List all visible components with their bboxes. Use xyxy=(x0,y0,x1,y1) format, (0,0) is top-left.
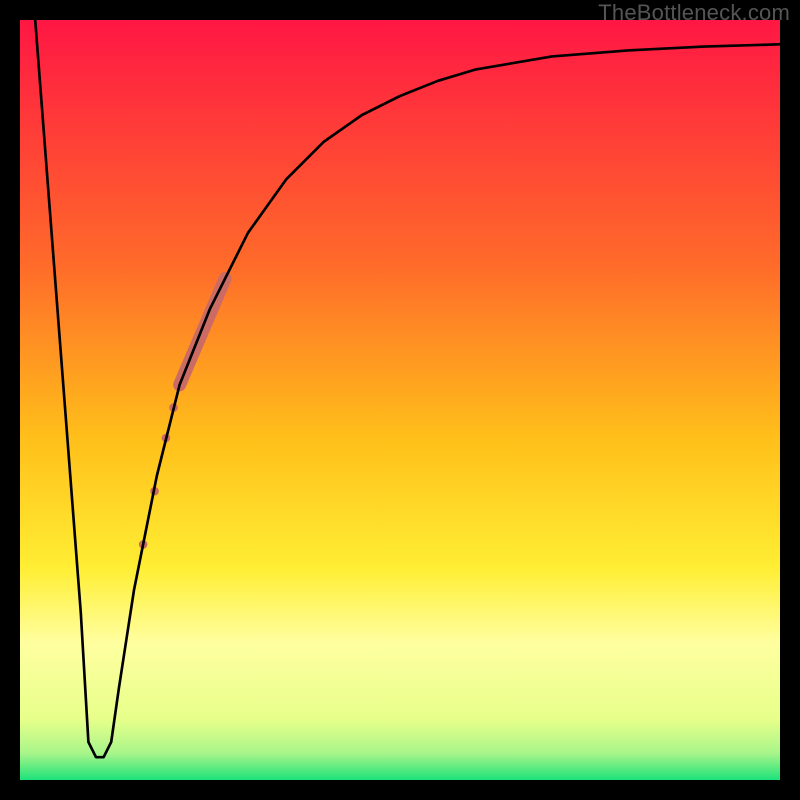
chart-frame: TheBottleneck.com xyxy=(0,0,800,800)
bottleneck-curve xyxy=(35,20,780,757)
highlight-segment xyxy=(139,278,225,548)
watermark-text: TheBottleneck.com xyxy=(598,0,790,26)
curve-layer xyxy=(20,20,780,780)
plot-area xyxy=(20,20,780,780)
